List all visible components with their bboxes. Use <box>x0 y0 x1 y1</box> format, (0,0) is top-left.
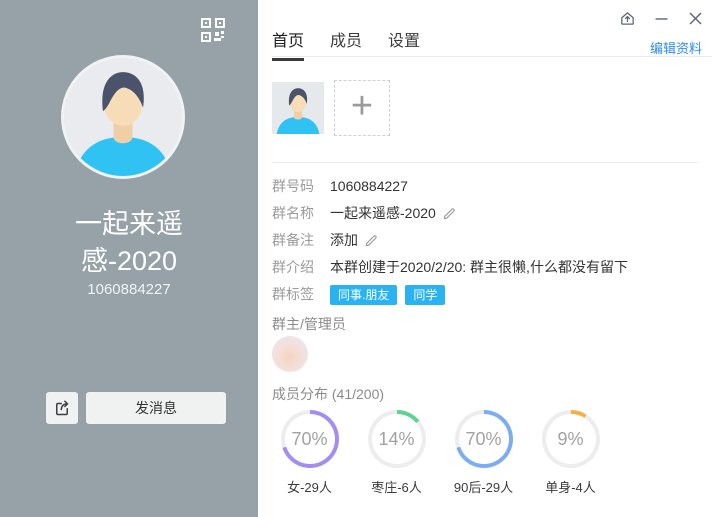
donut-gender: 70% 女-29人 <box>266 410 353 496</box>
close-icon[interactable] <box>686 9 704 27</box>
group-owner-avatar[interactable] <box>272 336 308 372</box>
edit-profile-link[interactable]: 编辑资料 <box>650 38 702 57</box>
admins-section-title: 群主/管理员 <box>272 314 346 334</box>
main-panel-home-icon[interactable] <box>618 9 636 27</box>
group-avatar[interactable] <box>61 55 185 179</box>
group-tag: 同事.朋友 <box>330 285 397 305</box>
add-member-button[interactable]: + <box>334 80 390 136</box>
info-row-group-name: 群名称 一起来遥感-2020 <box>272 204 704 223</box>
send-message-button[interactable]: 发消息 <box>86 392 226 424</box>
group-profile-window: 一起来遥 感-2020 1060884227 发消息 <box>0 0 712 517</box>
info-row-group-tags: 群标签 同事.朋友 同学 <box>272 285 704 305</box>
edit-pencil-icon[interactable] <box>364 233 379 248</box>
share-button[interactable] <box>46 392 78 424</box>
minimize-icon[interactable] <box>652 9 670 27</box>
member-distribution-title: 成员分布 (41/200) <box>272 384 384 404</box>
plus-icon: + <box>351 87 373 125</box>
member-distribution-charts: 70% 女-29人 14% 枣庄-6人 70% 90后-29人 9% <box>266 410 614 496</box>
group-name: 一起来遥 感-2020 <box>0 206 258 280</box>
info-row-group-remark: 群备注 添加 <box>272 231 704 250</box>
donut-single: 9% 单身-4人 <box>527 410 614 496</box>
info-row-group-intro: 群介绍 本群创建于2020/2/20: 群主很懒,什么都没有留下 <box>272 258 704 277</box>
share-forward-icon <box>53 399 71 417</box>
qr-code-icon[interactable] <box>200 17 226 43</box>
group-number: 1060884227 <box>0 281 258 298</box>
add-remark-link[interactable]: 添加 <box>330 231 358 250</box>
main-panel: 首页 成员 设置 编辑资料 + 群号码 1060884227 群 <box>258 0 712 517</box>
donut-location: 14% 枣庄-6人 <box>353 410 440 496</box>
section-divider <box>272 162 698 163</box>
group-tag: 同学 <box>405 285 445 305</box>
tabs-divider <box>272 56 712 57</box>
sidebar: 一起来遥 感-2020 1060884227 发消息 <box>0 0 258 517</box>
member-avatar[interactable] <box>272 82 324 134</box>
donut-age: 70% 90后-29人 <box>440 410 527 496</box>
edit-pencil-icon[interactable] <box>442 206 457 221</box>
info-row-group-number: 群号码 1060884227 <box>272 177 704 196</box>
window-controls <box>618 9 704 27</box>
group-info-list: 群号码 1060884227 群名称 一起来遥感-2020 群备注 添加 <box>272 177 704 313</box>
